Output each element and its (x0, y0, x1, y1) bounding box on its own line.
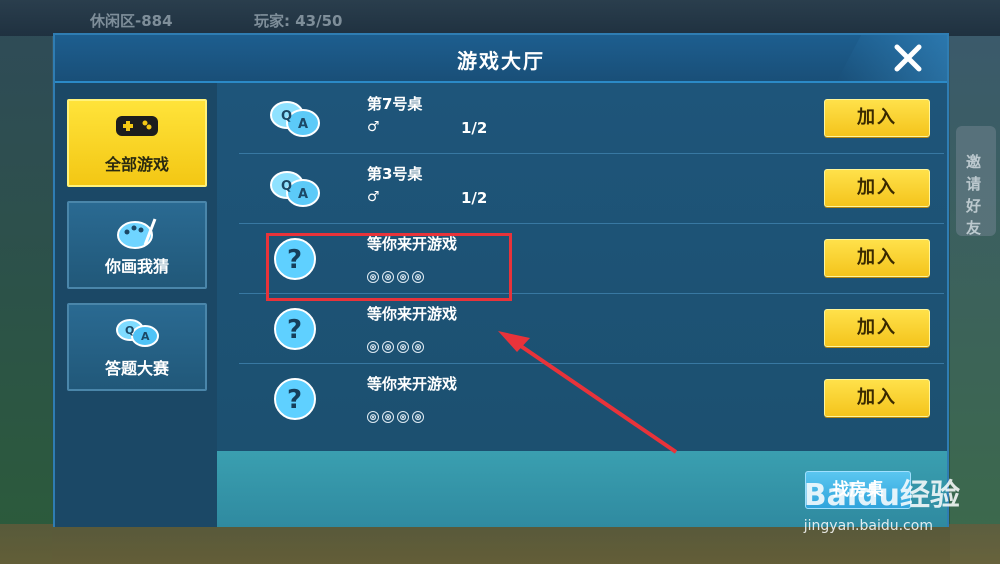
highlight-annotation-box (266, 233, 512, 301)
qa-icon: Q A (270, 101, 320, 137)
tab-draw-guess-label: 你画我猜 (104, 257, 169, 276)
question-icon: ? (274, 308, 316, 350)
empty-seat-icon: ⊗ (367, 341, 379, 353)
empty-seat-slots: ⊗ ⊗ ⊗ ⊗ (367, 405, 427, 424)
palette-icon (115, 215, 159, 255)
empty-seat-icon: ⊗ (397, 341, 409, 353)
room-player-count: 1/2 (461, 119, 488, 137)
join-button[interactable]: 加入 (824, 379, 930, 417)
tab-all-games-label: 全部游戏 (104, 155, 169, 174)
close-button[interactable] (891, 41, 925, 75)
room-player-count: 1/2 (461, 189, 488, 207)
join-button[interactable]: 加入 (824, 99, 930, 137)
svg-text:A: A (298, 187, 308, 202)
category-sidebar: 全部游戏 你画我猜 Q A 答题大赛 (55, 83, 217, 527)
baidu-watermark: Baidu经验 jingyan.baidu.com (804, 470, 960, 534)
room-row: Q A 第7号桌 ♂ 1/2 加入 (239, 83, 944, 154)
watermark-logo: Baidu经验 (803, 478, 960, 513)
question-icon: ? (274, 378, 316, 420)
room-title: 第7号桌 (367, 95, 423, 113)
empty-seat-icon: ⊗ (367, 411, 379, 423)
tab-draw-guess[interactable]: 你画我猜 (67, 201, 207, 289)
svg-text:A: A (298, 117, 308, 132)
empty-seat-icon: ⊗ (382, 341, 394, 353)
room-row: ? 等你来开游戏 ⊗ ⊗ ⊗ ⊗ 加入 (239, 293, 944, 364)
svg-text:?: ? (287, 315, 302, 345)
svg-text:Q: Q (281, 179, 292, 194)
background-room-name: 休闲区-884 (90, 12, 173, 30)
empty-seat-icon: ⊗ (412, 341, 424, 353)
svg-text:A: A (141, 330, 150, 343)
room-row: ? 等你来开游戏 ⊗ ⊗ ⊗ ⊗ 加入 (239, 363, 944, 433)
background-left-panel (0, 36, 52, 564)
empty-seat-icon: ⊗ (382, 411, 394, 423)
tab-quiz-contest[interactable]: Q A 答题大赛 (67, 303, 207, 391)
join-button[interactable]: 加入 (824, 309, 930, 347)
room-title: 等你来开游戏 (367, 305, 458, 323)
watermark-url: jingyan.baidu.com (803, 518, 933, 534)
empty-seat-slots: ⊗ ⊗ ⊗ ⊗ (367, 335, 427, 354)
close-icon (894, 44, 922, 72)
join-button[interactable]: 加入 (824, 169, 930, 207)
empty-seat-icon: ⊗ (412, 411, 424, 423)
room-title: 等你来开游戏 (367, 375, 458, 393)
svg-text:?: ? (287, 385, 302, 415)
background-player-count: 玩家: 43/50 (254, 12, 343, 30)
qa-icon: Q A (270, 171, 320, 207)
room-row: Q A 第3号桌 ♂ 1/2 加入 (239, 153, 944, 224)
tab-all-games[interactable]: 全部游戏 (67, 99, 207, 187)
background-invite-text: 邀请好友 (966, 153, 982, 237)
empty-seat-icon: ⊗ (397, 411, 409, 423)
tab-quiz-contest-label: 答题大赛 (104, 359, 169, 378)
dialog-header: 游戏大厅 (55, 35, 947, 83)
svg-text:Q: Q (125, 324, 134, 337)
join-button[interactable]: 加入 (824, 239, 930, 277)
gender-male-icon: ♂ (367, 119, 380, 135)
dialog-title: 游戏大厅 (457, 49, 545, 73)
gamepad-icon (115, 113, 159, 143)
background-top-bar: 休闲区-884 玩家: 43/50 (0, 0, 1000, 36)
gender-male-icon: ♂ (367, 189, 380, 205)
room-title: 第3号桌 (367, 165, 423, 183)
qa-icon: Q A (113, 317, 161, 353)
svg-text:Q: Q (281, 109, 292, 124)
